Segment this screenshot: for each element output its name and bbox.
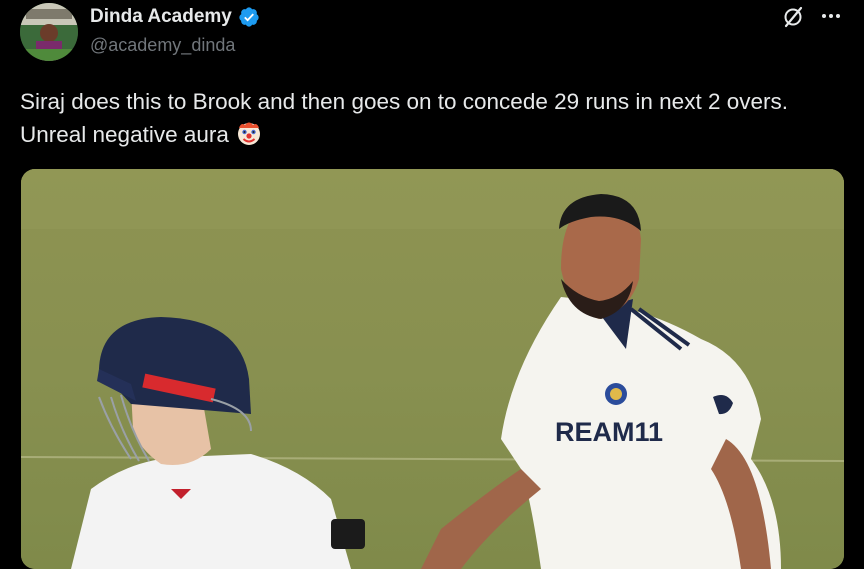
tweet-text-body: Siraj does this to Brook and then goes o… [20,89,788,147]
author-display-name[interactable]: Dinda Academy [90,6,232,28]
clown-face-icon [238,122,261,145]
more-options-icon[interactable] [820,10,842,22]
tweet-text: Siraj does this to Brook and then goes o… [20,85,830,151]
tweet-media[interactable]: REAM11 [21,169,844,569]
grok-icon[interactable] [781,5,805,29]
jersey-sponsor-text: REAM11 [555,417,663,447]
verified-badge-icon [239,7,259,27]
avatar-image [20,3,78,61]
match-photo: REAM11 [21,169,844,569]
avatar[interactable] [20,3,78,61]
author-handle[interactable]: @academy_dinda [90,35,235,56]
